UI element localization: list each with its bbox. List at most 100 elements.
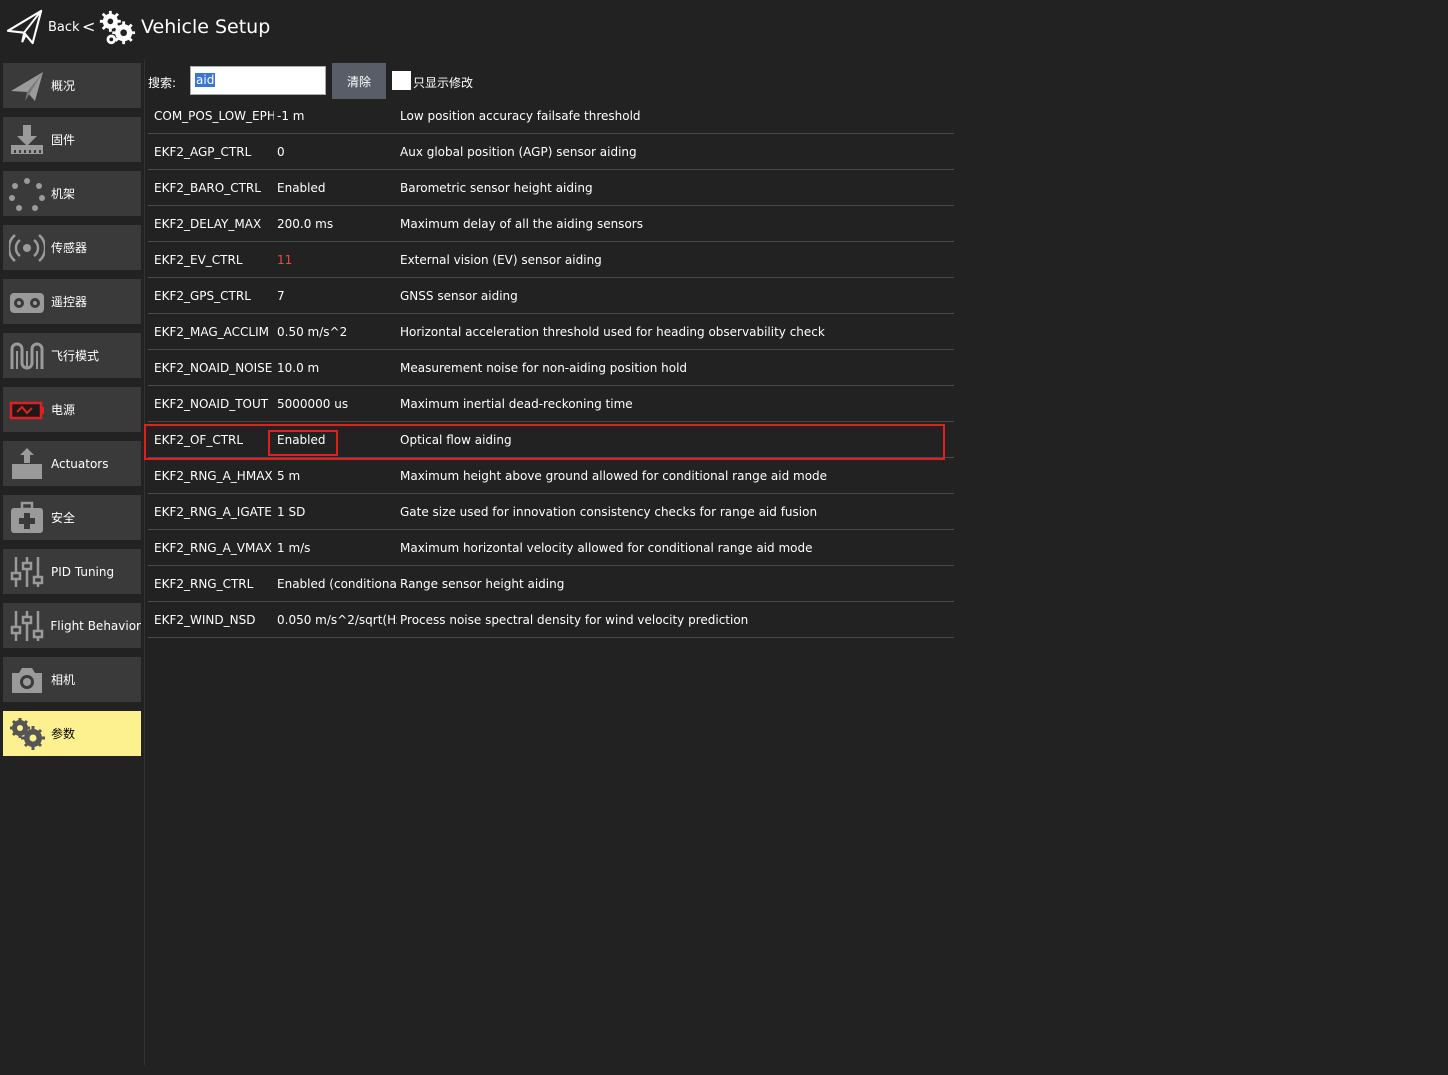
param-name: COM_POS_LOW_EPH — [154, 109, 274, 123]
sidebar-item-label: 参数 — [51, 727, 76, 741]
param-value: 0.50 m/s^2 — [277, 325, 348, 339]
param-description: Measurement noise for non-aiding positio… — [400, 361, 688, 375]
table-row[interactable]: EKF2_DELAY_MAX 200.0 ms Maximum delay of… — [148, 206, 954, 242]
param-value: 5000000 us — [277, 397, 349, 411]
table-row[interactable]: EKF2_RNG_A_IGATE 1 SD Gate size used for… — [148, 494, 954, 530]
param-name: EKF2_NOAID_NOISE — [154, 361, 273, 375]
search-label: 搜索: — [148, 76, 177, 90]
table-row[interactable]: EKF2_RNG_A_VMAX 1 m/s Maximum horizontal… — [148, 530, 954, 566]
param-value: 0 — [277, 145, 285, 159]
param-name: EKF2_BARO_CTRL — [154, 181, 261, 195]
param-name: EKF2_RNG_A_HMAX — [154, 469, 273, 483]
battery-icon — [7, 390, 47, 430]
param-value: Enabled — [277, 181, 326, 195]
sidebar-item-label: 遥控器 — [51, 295, 88, 309]
param-name: EKF2_EV_CTRL — [154, 253, 243, 267]
param-name: EKF2_RNG_A_IGATE — [154, 505, 272, 519]
param-description: Maximum height above ground allowed for … — [400, 469, 828, 483]
param-value: 200.0 ms — [277, 217, 334, 231]
param-description: Maximum delay of all the aiding sensors — [400, 217, 643, 231]
param-description: Maximum inertial dead-reckoning time — [400, 397, 633, 411]
param-description: GNSS sensor aiding — [400, 289, 518, 303]
param-name: EKF2_GPS_CTRL — [154, 289, 251, 303]
search-input[interactable]: aid — [190, 66, 326, 95]
sidebar-item-airframe[interactable]: 机架 — [3, 171, 141, 216]
sidebar-item-label: 传感器 — [51, 241, 88, 255]
param-value: 1 SD — [277, 505, 306, 519]
param-value: 7 — [277, 289, 285, 303]
table-row[interactable]: EKF2_NOAID_NOISE 10.0 m Measurement nois… — [148, 350, 954, 386]
param-description: Horizontal acceleration threshold used f… — [400, 325, 825, 339]
param-description: External vision (EV) sensor aiding — [400, 253, 602, 267]
table-row[interactable]: EKF2_EV_CTRL 11 External vision (EV) sen… — [148, 242, 954, 278]
sidebar: 概况 固件 机架 传感器 遥控器 飞行模式 电源 Actuators 安全 PI… — [0, 60, 145, 1065]
param-name: EKF2_MAG_ACCLIM — [154, 325, 269, 339]
top-bar: Back < Vehicle Setup — [0, 0, 1448, 56]
sidebar-item-actuators[interactable]: Actuators — [3, 441, 141, 486]
search-input-value: aid — [195, 73, 216, 87]
table-row[interactable]: EKF2_AGP_CTRL 0 Aux global position (AGP… — [148, 134, 954, 170]
safety-icon — [7, 498, 47, 538]
table-row[interactable]: EKF2_WIND_NSD 0.050 m/s^2/sqrt(Hz) Proce… — [148, 602, 954, 638]
sidebar-item-label: 概况 — [51, 79, 76, 93]
param-value: 10.0 m — [277, 361, 320, 375]
param-name: EKF2_WIND_NSD — [154, 613, 256, 627]
sidebar-item-label: Actuators — [51, 456, 109, 471]
sidebar-item-label: 固件 — [51, 133, 76, 147]
param-description: Barometric sensor height aiding — [400, 181, 593, 195]
download-icon — [7, 120, 47, 160]
param-description: Gate size used for innovation consistenc… — [400, 505, 818, 519]
scrollbar[interactable] — [1441, 40, 1448, 980]
camera-icon — [7, 660, 47, 700]
sidebar-item-firmware[interactable]: 固件 — [3, 117, 141, 162]
actuators-icon — [7, 444, 47, 484]
back-button[interactable]: Back — [48, 20, 80, 35]
param-description: Process noise spectral density for wind … — [400, 613, 749, 627]
sidebar-item-flight-behavior[interactable]: Flight Behavior — [3, 603, 141, 648]
param-value: 0.050 m/s^2/sqrt(Hz) — [277, 613, 397, 627]
param-description: Aux global position (AGP) sensor aiding — [400, 145, 637, 159]
clear-button[interactable]: 清除 — [332, 63, 386, 99]
sidebar-item-label: 安全 — [51, 511, 76, 525]
table-row[interactable]: EKF2_BARO_CTRL Enabled Barometric sensor… — [148, 170, 954, 206]
param-value: 5 m — [277, 469, 301, 483]
paper-plane-logo-icon[interactable] — [6, 8, 44, 46]
sliders-icon — [7, 606, 46, 646]
sidebar-item-label: 电源 — [51, 403, 76, 417]
sidebar-item-radio[interactable]: 遥控器 — [3, 279, 141, 324]
sidebar-item-flight-modes[interactable]: 飞行模式 — [3, 333, 141, 378]
param-name: EKF2_RNG_A_VMAX — [154, 541, 272, 555]
show-modified-only-label: 只显示修改 — [413, 76, 474, 90]
flight-modes-icon — [7, 336, 47, 376]
param-name: EKF2_NOAID_TOUT — [154, 397, 269, 411]
table-row[interactable]: EKF2_GPS_CTRL 7 GNSS sensor aiding — [148, 278, 954, 314]
table-row-highlighted[interactable]: EKF2_OF_CTRL Enabled Optical flow aiding — [148, 422, 954, 458]
sidebar-item-label: 相机 — [51, 673, 76, 687]
sidebar-item-parameters[interactable]: 参数 — [3, 711, 141, 756]
sidebar-item-safety[interactable]: 安全 — [3, 495, 141, 540]
page-title: Vehicle Setup — [141, 16, 271, 38]
sidebar-item-summary[interactable]: 概况 — [3, 63, 141, 108]
sliders-icon — [7, 552, 47, 592]
param-value: Enabled — [277, 433, 326, 447]
paper-plane-icon — [7, 66, 47, 106]
table-row[interactable]: EKF2_RNG_A_HMAX 5 m Maximum height above… — [148, 458, 954, 494]
table-row[interactable]: EKF2_MAG_ACCLIM 0.50 m/s^2 Horizontal ac… — [148, 314, 954, 350]
sidebar-item-pid-tuning[interactable]: PID Tuning — [3, 549, 141, 594]
param-value-modified: 11 — [277, 253, 293, 267]
table-row[interactable]: COM_POS_LOW_EPH -1 m Low position accura… — [148, 98, 954, 134]
param-description: Maximum horizontal velocity allowed for … — [400, 541, 813, 555]
param-name: EKF2_OF_CTRL — [154, 433, 244, 447]
param-description: Range sensor height aiding — [400, 577, 565, 591]
param-description: Optical flow aiding — [400, 433, 512, 447]
show-modified-only-checkbox[interactable] — [392, 71, 411, 90]
sidebar-item-camera[interactable]: 相机 — [3, 657, 141, 702]
param-description: Low position accuracy failsafe threshold — [400, 109, 641, 123]
param-name: EKF2_RNG_CTRL — [154, 577, 254, 591]
table-row[interactable]: EKF2_RNG_CTRL Enabled (conditional mode)… — [148, 566, 954, 602]
table-row[interactable]: EKF2_NOAID_TOUT 5000000 us Maximum inert… — [148, 386, 954, 422]
sidebar-item-label: PID Tuning — [51, 564, 115, 579]
sidebar-item-power[interactable]: 电源 — [3, 387, 141, 432]
sidebar-item-sensors[interactable]: 传感器 — [3, 225, 141, 270]
param-value: -1 m — [277, 109, 305, 123]
